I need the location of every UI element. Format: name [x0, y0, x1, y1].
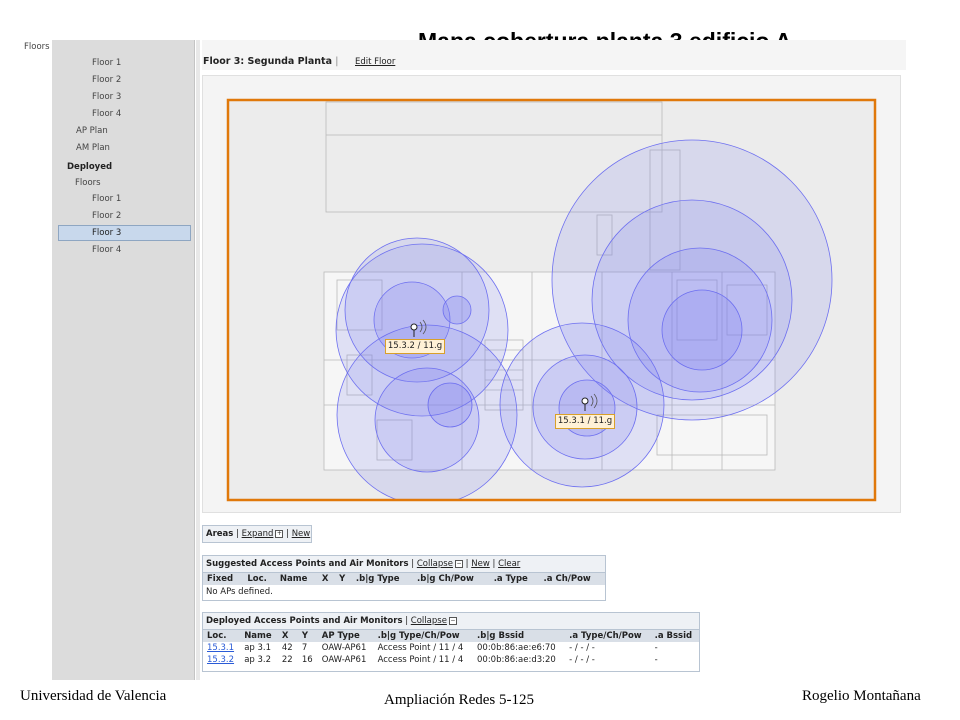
ap-location-link[interactable]: 15.3.1: [207, 643, 234, 653]
column-header[interactable]: AP Type: [317, 630, 374, 642]
deployed-aps-table: Loc. Name X Y AP Type .b|g Type/Ch/Pow .…: [203, 630, 699, 666]
column-header[interactable]: X: [317, 573, 336, 585]
table-cell: 00:0b:86:ae:e6:70: [473, 642, 566, 654]
table-cell: 15.3.2: [203, 654, 241, 666]
sidebar-item-deployed-floor-3[interactable]: Floor 3: [92, 228, 121, 238]
areas-header: Areas | Expand + | New: [203, 526, 311, 542]
sidebar-item-floors-plan[interactable]: Floors: [24, 42, 50, 52]
floor-title: Floor 3: Segunda Planta |: [203, 56, 339, 67]
coverage-zone: [661, 289, 743, 371]
table-cell: 22: [277, 654, 298, 666]
column-header[interactable]: .b|g Ch/Pow: [413, 573, 490, 585]
sidebar-item-plan-floor-2[interactable]: Floor 2: [92, 75, 121, 85]
column-header[interactable]: X: [277, 630, 298, 642]
table-cell: - / - / -: [565, 654, 651, 666]
column-header[interactable]: .a Type: [489, 573, 540, 585]
sidebar-nav: [52, 40, 195, 680]
sidebar-item-floors-deployed[interactable]: Floors: [75, 178, 101, 188]
separator: |: [492, 559, 496, 569]
table-header-row: Loc. Name X Y AP Type .b|g Type/Ch/Pow .…: [203, 630, 699, 642]
separator: |: [335, 56, 339, 67]
empty-message: No APs defined.: [206, 587, 273, 597]
column-header[interactable]: .b|g Type/Ch/Pow: [373, 630, 473, 642]
table-cell: - / - / -: [565, 642, 651, 654]
collapse-icon[interactable]: −: [454, 559, 463, 568]
suggested-aps-panel: Suggested Access Points and Air Monitors…: [202, 555, 606, 601]
deployed-aps-header: Deployed Access Points and Air Monitors …: [203, 613, 699, 630]
column-header[interactable]: .b|g Bssid: [473, 630, 566, 642]
table-cell: OAW-AP61: [317, 654, 374, 666]
separator: |: [405, 616, 409, 626]
table-header-row: Fixed Loc. Name X Y .b|g Type .b|g Ch/Po…: [203, 573, 605, 585]
footer-author: Rogelio Montañana: [802, 688, 921, 704]
table-cell: 16: [297, 654, 318, 666]
table-cell: 00:0b:86:ae:d3:20: [473, 654, 566, 666]
expand-link[interactable]: Expand: [242, 529, 274, 539]
ap-label-15-3-2[interactable]: 15.3.2 / 11.g: [385, 339, 445, 354]
column-header[interactable]: Y: [297, 630, 318, 642]
coverage-zone: [442, 295, 472, 325]
column-header[interactable]: Loc.: [203, 630, 241, 642]
expand-icon[interactable]: +: [275, 529, 284, 538]
sidebar-item-deployed-floor-4[interactable]: Floor 4: [92, 245, 121, 255]
suggested-aps-table: Fixed Loc. Name X Y .b|g Type .b|g Ch/Po…: [203, 573, 605, 585]
clear-link[interactable]: Clear: [498, 559, 520, 569]
deployed-aps-panel: Deployed Access Points and Air Monitors …: [202, 612, 700, 672]
coverage-map: [226, 98, 877, 502]
table-cell: ap 3.1: [240, 642, 278, 654]
table-cell: 15.3.1: [203, 642, 241, 654]
footer-course: Ampliación Redes 5-125: [384, 692, 534, 708]
column-header[interactable]: .b|g Type: [351, 573, 414, 585]
suggested-aps-header: Suggested Access Points and Air Monitors…: [203, 556, 605, 573]
column-header[interactable]: .a Bssid: [650, 630, 699, 642]
ap-label-15-3-1[interactable]: 15.3.1 / 11.g: [555, 414, 615, 429]
floor-title-text: Floor 3: Segunda Planta: [203, 56, 332, 67]
sidebar-item-deployed-floor-1[interactable]: Floor 1: [92, 194, 121, 204]
sidebar-item-plan-floor-1[interactable]: Floor 1: [92, 58, 121, 68]
table-cell: -: [650, 642, 699, 654]
column-header[interactable]: Name: [240, 630, 278, 642]
new-link[interactable]: New: [471, 559, 490, 569]
sidebar-item-am-plan[interactable]: AM Plan: [76, 143, 110, 153]
sidebar-item-plan-floor-3[interactable]: Floor 3: [92, 92, 121, 102]
collapse-link[interactable]: Collapse: [411, 616, 447, 626]
table-cell: Access Point / 11 / 4: [373, 654, 473, 666]
content-divider: [196, 40, 200, 680]
sidebar-selection-highlight: [58, 225, 191, 241]
areas-title: Areas: [206, 529, 234, 539]
collapse-link[interactable]: Collapse: [417, 559, 453, 569]
table-row: 15.3.1 ap 3.1 42 7 OAW-AP61 Access Point…: [203, 642, 699, 654]
sidebar-item-ap-plan[interactable]: AP Plan: [76, 126, 108, 136]
suggested-aps-title: Suggested Access Points and Air Monitors: [206, 559, 409, 569]
table-cell: -: [650, 654, 699, 666]
edit-floor-link[interactable]: Edit Floor: [355, 57, 395, 67]
column-header[interactable]: Y: [335, 573, 352, 585]
column-header[interactable]: .a Type/Ch/Pow: [565, 630, 651, 642]
table-cell: OAW-AP61: [317, 642, 374, 654]
deployed-aps-title: Deployed Access Points and Air Monitors: [206, 616, 403, 626]
sidebar-item-plan-floor-4[interactable]: Floor 4: [92, 109, 121, 119]
ap-location-link[interactable]: 15.3.2: [207, 655, 234, 665]
column-header[interactable]: Fixed: [203, 573, 244, 585]
separator: |: [411, 559, 415, 569]
coverage-zone: [427, 382, 473, 428]
footer-university: Universidad de Valencia: [20, 688, 167, 704]
table-cell: Access Point / 11 / 4: [373, 642, 473, 654]
separator: |: [465, 559, 469, 569]
column-header[interactable]: .a Ch/Pow: [539, 573, 605, 585]
areas-panel: Areas | Expand + | New: [202, 525, 312, 543]
new-area-link[interactable]: New: [292, 529, 311, 539]
separator: |: [286, 529, 289, 539]
column-header[interactable]: Name: [275, 573, 318, 585]
collapse-icon[interactable]: −: [448, 616, 457, 625]
table-cell: 7: [297, 642, 318, 654]
separator: |: [236, 529, 239, 539]
table-cell: 42: [277, 642, 298, 654]
table-row: 15.3.2 ap 3.2 22 16 OAW-AP61 Access Poin…: [203, 654, 699, 666]
sidebar-item-deployed[interactable]: Deployed: [67, 162, 112, 172]
table-cell: ap 3.2: [240, 654, 278, 666]
column-header[interactable]: Loc.: [243, 573, 276, 585]
sidebar-item-deployed-floor-2[interactable]: Floor 2: [92, 211, 121, 221]
